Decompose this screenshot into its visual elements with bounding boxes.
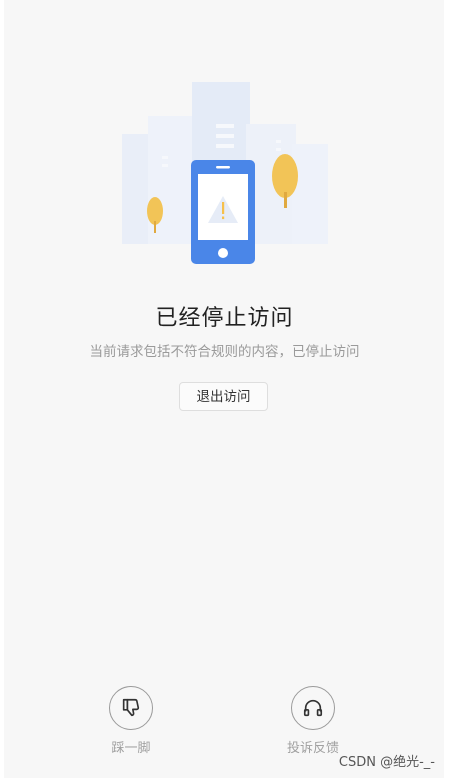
- complaint-feedback-action[interactable]: 投诉反馈: [268, 686, 358, 756]
- feedback-circle[interactable]: [291, 686, 335, 730]
- csdn-watermark: CSDN @绝光-_-: [338, 755, 435, 770]
- tree-left: [147, 197, 163, 225]
- page-subtitle: 当前请求包括不符合规则的内容，已停止访问: [89, 344, 360, 360]
- page-title: 已经停止访问: [155, 306, 294, 331]
- building-right: [292, 144, 328, 244]
- dislike-label: 踩一脚: [111, 741, 151, 756]
- tree-right: [272, 154, 298, 198]
- dislike-circle[interactable]: [109, 686, 153, 730]
- blocked-phone-illustration: [122, 82, 328, 264]
- dislike-action[interactable]: 踩一脚: [86, 686, 176, 756]
- exit-access-button[interactable]: 退出访问: [179, 382, 268, 411]
- thumbs-down-icon: [122, 698, 140, 717]
- headphones-icon: [303, 699, 323, 717]
